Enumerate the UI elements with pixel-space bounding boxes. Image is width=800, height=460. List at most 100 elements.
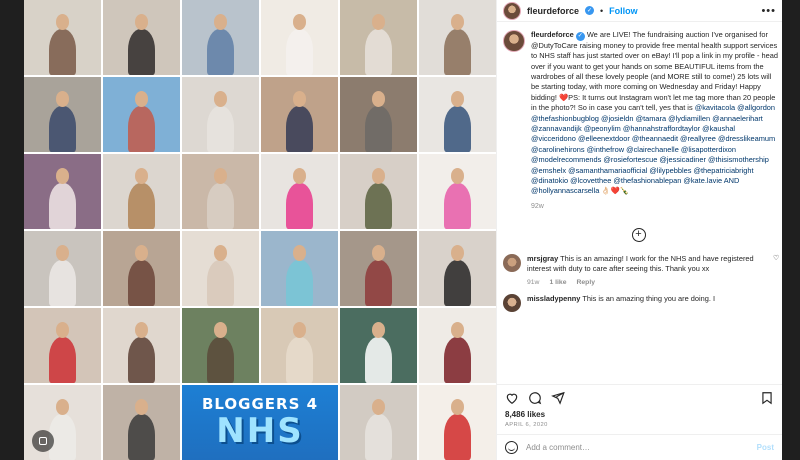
collage-photo	[24, 231, 101, 306]
person-figure	[443, 413, 472, 460]
commenter-avatar[interactable]	[503, 253, 521, 272]
collage-photo	[419, 154, 496, 229]
person-figure	[364, 336, 393, 383]
reply-button[interactable]: Reply	[576, 279, 595, 286]
verified-badge-icon: ✓	[585, 6, 595, 15]
person-head	[450, 398, 465, 415]
plus-circle-icon[interactable]: +	[631, 227, 646, 242]
share-icon[interactable]	[551, 391, 565, 405]
collage-photo	[419, 231, 496, 306]
collage-photo	[182, 308, 259, 383]
post-image[interactable]: BLOGGERS 4 NHS	[24, 0, 496, 460]
comment-likes[interactable]: 1 like	[549, 279, 566, 286]
collage-photo	[340, 0, 417, 75]
person-head	[371, 167, 386, 184]
collage-photo	[182, 231, 259, 306]
collage-photo	[24, 308, 101, 383]
collage-photo	[24, 154, 101, 229]
caption-mentions[interactable]: @kavitacola @allgordon @thefashionbugblo…	[531, 103, 775, 195]
caption-avatar[interactable]	[503, 30, 525, 52]
person-head	[134, 90, 149, 107]
person-head	[450, 13, 465, 30]
person-head	[371, 398, 386, 415]
collage-photo	[24, 77, 101, 152]
person-head	[213, 167, 228, 184]
person-head	[371, 90, 386, 107]
tagged-users-icon[interactable]	[32, 430, 54, 452]
follow-button[interactable]: Follow	[609, 6, 638, 16]
caption-text: fleurdeforce ✓ We are LIVE! The fundrais…	[531, 30, 781, 197]
person-figure	[364, 28, 393, 75]
collage-photo	[261, 154, 338, 229]
person-figure	[127, 105, 156, 152]
bookmark-icon[interactable]	[760, 391, 774, 405]
comment-body: This is an amazing! I work for the NHS a…	[527, 253, 754, 274]
collage-photo	[182, 0, 259, 75]
collage-photo	[103, 385, 180, 460]
emoji-icon[interactable]	[505, 441, 518, 454]
comment-like-heart-icon[interactable]: ♡	[773, 254, 779, 286]
person-figure	[285, 182, 314, 229]
person-figure	[443, 28, 472, 75]
person-head	[292, 321, 307, 338]
comment-text: missladypenny This is an amazing thing y…	[527, 294, 767, 304]
person-figure	[285, 105, 314, 152]
person-figure	[285, 259, 314, 306]
person-head	[450, 321, 465, 338]
collage-photo	[182, 154, 259, 229]
person-figure	[206, 182, 235, 229]
caption-username[interactable]: fleurdeforce	[531, 30, 574, 39]
comments-list[interactable]: fleurdeforce ✓ We are LIVE! The fundrais…	[497, 22, 782, 384]
person-head	[292, 13, 307, 30]
post-comment-button[interactable]: Post	[757, 443, 774, 452]
comment-icon[interactable]	[528, 391, 542, 405]
author-avatar[interactable]	[503, 1, 521, 20]
comment-input[interactable]	[526, 443, 749, 452]
load-more-comments[interactable]: +	[503, 227, 774, 242]
caption-timestamp: 92w	[531, 202, 544, 210]
person-figure	[48, 336, 77, 383]
person-head	[292, 244, 307, 261]
collage-photo	[419, 385, 496, 460]
author-username[interactable]: fleurdeforce	[527, 6, 579, 16]
person-figure	[364, 413, 393, 460]
person-head	[134, 398, 149, 415]
person-figure	[206, 105, 235, 152]
collage-photo	[103, 231, 180, 306]
person-figure	[127, 413, 156, 460]
person-head	[371, 13, 386, 30]
person-head	[134, 167, 149, 184]
collage-photo	[340, 77, 417, 152]
person-figure	[364, 182, 393, 229]
commenter-username[interactable]: missladypenny	[527, 294, 580, 303]
post-date[interactable]: APRIL 6, 2020	[497, 419, 782, 434]
likes-count[interactable]: 8,486 likes	[497, 410, 782, 419]
person-figure	[443, 336, 472, 383]
person-head	[55, 398, 70, 415]
person-head	[371, 321, 386, 338]
separator-dot: •	[600, 5, 604, 16]
commenter-avatar[interactable]	[503, 293, 521, 312]
commenter-username[interactable]: mrsjgray	[527, 254, 558, 263]
collage-photo	[340, 385, 417, 460]
heart-icon[interactable]	[505, 391, 519, 405]
banner-nhs-text: NHS	[216, 410, 304, 451]
person-figure	[48, 259, 77, 306]
person-head	[134, 244, 149, 261]
verified-badge-icon: ✓	[575, 31, 585, 41]
collage-photo	[103, 308, 180, 383]
person-head	[213, 90, 228, 107]
action-bar	[497, 384, 782, 410]
collage-photo	[182, 77, 259, 152]
collage-photo	[261, 77, 338, 152]
person-head	[55, 167, 70, 184]
person-figure	[127, 259, 156, 306]
person-figure	[285, 336, 314, 383]
collage-photo	[103, 0, 180, 75]
person-head	[55, 90, 70, 107]
comment-item: missladypenny This is an amazing thing y…	[503, 293, 774, 312]
caption: fleurdeforce ✓ We are LIVE! The fundrais…	[503, 30, 778, 210]
person-figure	[48, 182, 77, 229]
person-head	[213, 321, 228, 338]
more-options-icon[interactable]: •••	[761, 5, 776, 17]
